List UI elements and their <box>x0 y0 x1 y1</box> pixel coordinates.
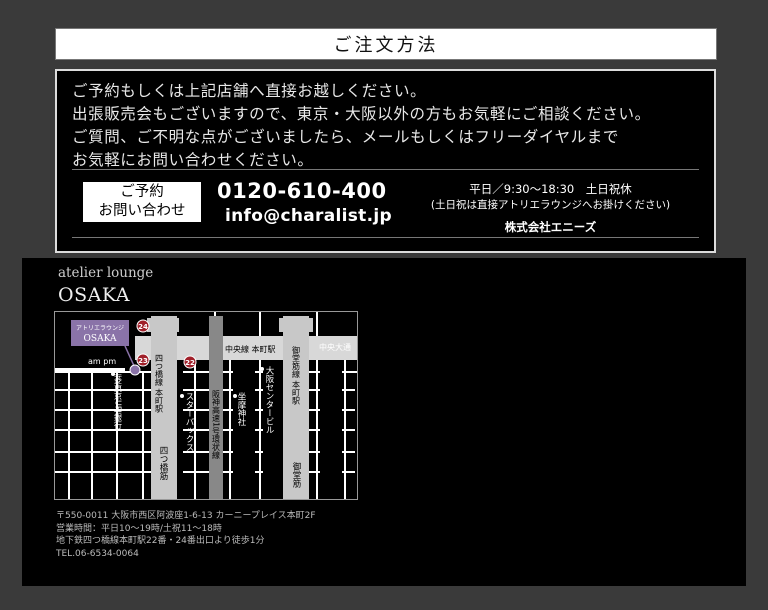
business-hours: 平日／9:30〜18:30 土日祝休 (土日祝は直接アトリエラウンジへお掛けくだ… <box>413 181 688 235</box>
badge-line1: ご予約 <box>120 184 164 200</box>
divider-top <box>72 169 699 170</box>
store-subtitle: atelier lounge <box>58 265 154 281</box>
starbucks-dot <box>180 394 184 398</box>
intro-line: ご予約もしくは上記店舗へ直接お越しください。 <box>72 82 427 100</box>
station-chuo: 中央線 本町駅 <box>225 344 276 354</box>
phone-number[interactable]: 0120-610-400 <box>217 179 387 203</box>
address-line: 〒550-0011 大阪市西区阿波座1-6-13 カーニープレイス本町2F <box>56 511 316 521</box>
bank-label: 三菱東京UFJ銀行 <box>114 368 123 430</box>
hours-text: 平日／9:30〜18:30 土日祝休 <box>469 182 632 196</box>
callout-line2: OSAKA <box>84 334 117 344</box>
access-line: 地下鉄四つ橋線本町駅22番・24番出口より徒歩1分 <box>56 536 265 546</box>
expressway-label: 阪神高速1号環状線 <box>212 390 221 459</box>
store-location-marker[interactable] <box>129 364 141 376</box>
intro-line: ご質問、ご不明な点がございましたら、メールもしくはフリーダイヤルまで <box>72 128 619 146</box>
company-name: 株式会社エニーズ <box>504 220 597 234</box>
callout-line1: アトリエラウンジ <box>76 324 124 332</box>
station-yotsubashi: 四つ橋線 本町駅 <box>155 354 164 414</box>
osaka-center-dot <box>260 367 264 371</box>
zama-shrine-label: 坐摩神社 <box>236 392 246 427</box>
zama-dot <box>233 394 237 398</box>
yotsubashi-suji-label: 四つ橋筋 <box>158 446 168 481</box>
exit-23-label: 23 <box>138 357 148 365</box>
access-map-svg: 四つ橋線 本町駅 中央線 本町駅 御堂筋線 本町駅 中央大通 スターバックス 阪… <box>55 312 357 499</box>
store-name: OSAKA <box>58 284 130 306</box>
order-method-title-text: ご注文方法 <box>333 35 439 56</box>
access-map: 四つ橋線 本町駅 中央線 本町駅 御堂筋線 本町駅 中央大通 スターバックス 阪… <box>54 311 358 500</box>
order-info-box: ご予約もしくは上記店舗へ直接お越しください。 出張販売会もございますので、東京・… <box>55 69 716 253</box>
ampm-dot <box>103 368 107 372</box>
midosuji-label: 御堂筋 <box>291 461 301 488</box>
reservation-badge: ご予約 お問い合わせ <box>83 182 201 222</box>
ampm-label: am pm <box>88 357 116 366</box>
badge-line2: お問い合わせ <box>98 203 186 219</box>
osaka-center-label: 大阪センタービル <box>264 365 274 434</box>
hours-note: (土日祝は直接アトリエラウンジへお掛けください) <box>430 199 671 211</box>
starbucks-label: スターバックス <box>184 392 194 452</box>
hours-line: 営業時間：平日10〜19時/土祝11〜18時 <box>56 523 222 534</box>
order-method-title: ご注文方法 <box>55 28 717 60</box>
store-panel: atelier lounge OSAKA 四つ橋線 本町駅 中央線 本町駅 御堂… <box>22 258 746 586</box>
store-address: 〒550-0011 大阪市西区阿波座1-6-13 カーニープレイス本町2F 営業… <box>56 510 316 560</box>
station-midosuji: 御堂筋線 本町駅 <box>292 345 301 406</box>
email-link[interactable]: info@charalist.jp <box>225 206 392 226</box>
tel-line[interactable]: TEL.06-6534-0064 <box>56 548 316 561</box>
intro-text: ご予約もしくは上記店舗へ直接お越しください。 出張販売会もございますので、東京・… <box>72 80 651 172</box>
road-chuo: 中央大通 <box>319 342 351 352</box>
intro-line: 出張販売会もございますので、東京・大阪以外の方もお気軽にご相談ください。 <box>72 105 651 123</box>
exit-24-label: 24 <box>138 323 148 331</box>
exit-22-label: 22 <box>185 359 195 367</box>
divider-bottom <box>72 237 699 238</box>
